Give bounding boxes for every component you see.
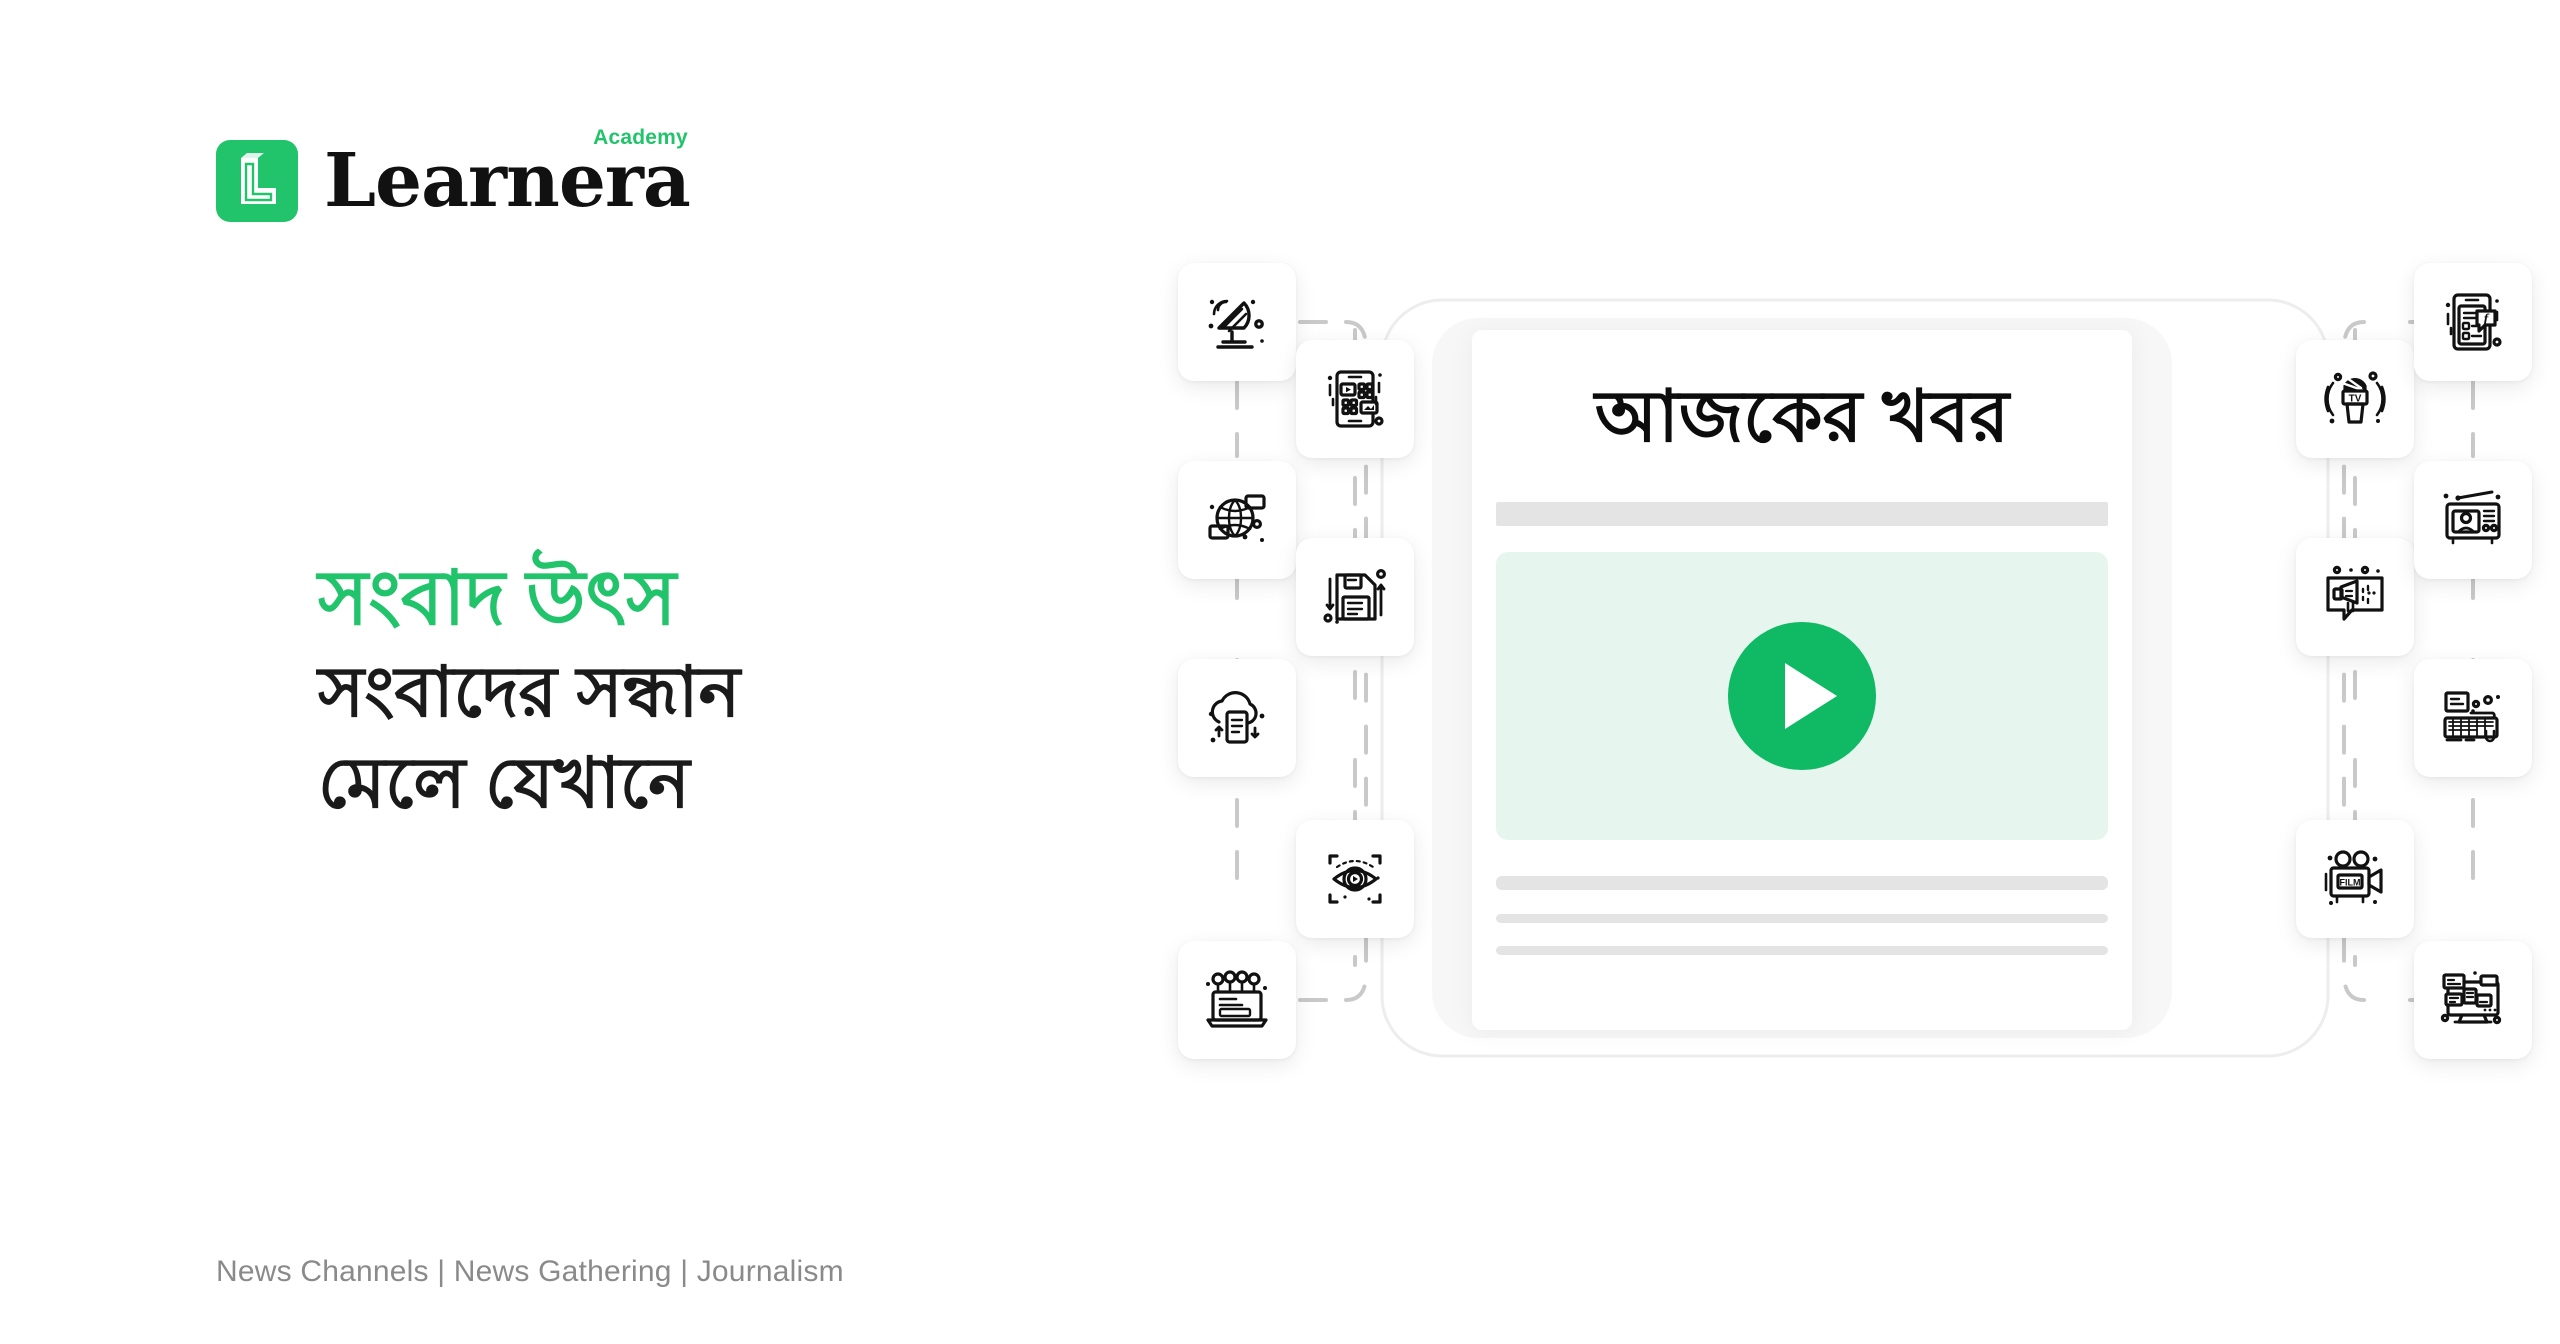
- desktop-news-layout-icon[interactable]: [2414, 941, 2532, 1059]
- brand-logo[interactable]: Learnera Academy: [216, 126, 691, 224]
- global-network-icon[interactable]: [1178, 461, 1296, 579]
- news-card[interactable]: আজকের খবর: [1472, 330, 2132, 1030]
- cloud-upload-document-icon[interactable]: [1178, 659, 1296, 777]
- brand-wordmark: Learnera Academy: [324, 126, 691, 224]
- play-button-icon[interactable]: [1728, 622, 1876, 770]
- brand-subtitle: Academy: [593, 125, 688, 149]
- headline-line-1: সংবাদের সন্ধান: [318, 653, 741, 732]
- tv-microphone-icon[interactable]: TV: [2296, 340, 2414, 458]
- news-illustration: আজকের খবর TV FILM f: [1150, 0, 2560, 1344]
- tablet-video-app-icon[interactable]: [1296, 340, 1414, 458]
- headline-block: সংবাদ উৎস সংবাদের সন্ধান মেলে যেখানে: [318, 550, 1078, 829]
- news-text-placeholder-line: [1496, 946, 2108, 955]
- news-text-placeholder-line: [1496, 914, 2108, 923]
- footer-topic-tags: News Channels | News Gathering | Journal…: [216, 1255, 844, 1288]
- video-player-area[interactable]: [1496, 552, 2108, 840]
- press-conference-laptop-icon[interactable]: [1178, 941, 1296, 1059]
- keyboard-typing-icon[interactable]: [2414, 659, 2532, 777]
- satellite-dish-icon[interactable]: [1178, 263, 1296, 381]
- news-divider: [1496, 502, 2108, 526]
- radio-broadcast-icon[interactable]: [2414, 461, 2532, 579]
- svg-text:FILM: FILM: [2340, 878, 2361, 888]
- floppy-disk-save-icon[interactable]: [1296, 538, 1414, 656]
- play-triangle-icon: [1784, 663, 1837, 729]
- social-media-tablet-icon[interactable]: f: [2414, 263, 2532, 381]
- brand-name: Learnera: [324, 137, 691, 224]
- headline-eyebrow: সংবাদ উৎস: [318, 556, 677, 641]
- left-content-panel: Learnera Academy সংবাদ উৎস সংবাদের সন্ধা…: [0, 0, 1150, 1344]
- news-text-placeholder-line: [1496, 876, 2108, 890]
- megaphone-announcement-icon[interactable]: [2296, 538, 2414, 656]
- eye-play-scan-icon[interactable]: [1296, 820, 1414, 938]
- learnera-l-mark-icon: [216, 140, 298, 222]
- film-camera-icon[interactable]: FILM: [2296, 820, 2414, 938]
- news-headline: আজকের খবর: [1594, 377, 2010, 457]
- headline-line-2: মেলে যেখানে: [318, 744, 690, 823]
